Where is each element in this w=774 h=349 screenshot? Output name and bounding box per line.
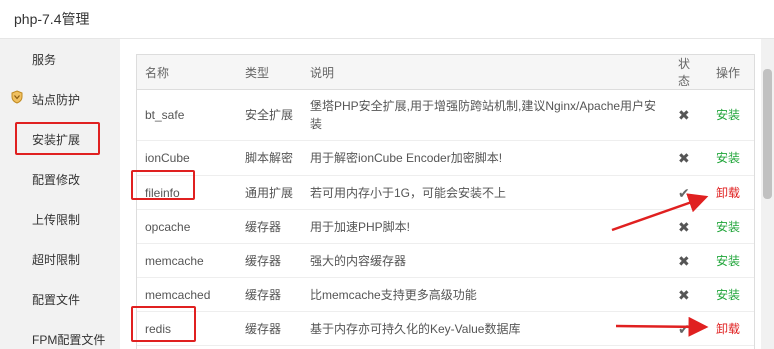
status-not-installed-icon: ✖ [670, 277, 708, 312]
install-button[interactable]: 安装 [708, 243, 754, 278]
column-header-name: 名称 [137, 55, 237, 90]
main-panel: 名称 类型 说明 状态 操作 bt_safe 安全扩展 堡塔PHP安全扩展,用于… [120, 39, 774, 349]
extension-desc: 用于加速PHP脚本! [302, 209, 670, 244]
table-row: ionCube 脚本解密 用于解密ionCube Encoder加密脚本! ✖ … [137, 140, 754, 176]
extension-name: opcache [137, 209, 237, 244]
sidebar-item-service[interactable]: 服务 [0, 39, 120, 79]
extension-desc: 用于解密ionCube Encoder加密脚本! [302, 140, 670, 176]
install-button[interactable]: 安装 [708, 209, 754, 244]
sidebar-item-fpm-config-file[interactable]: FPM配置文件 [0, 319, 120, 349]
extension-type: 通用扩展 [237, 175, 302, 210]
shield-icon [11, 90, 23, 104]
status-not-installed-icon: ✖ [670, 140, 708, 176]
column-header-status: 状态 [670, 55, 708, 90]
sidebar: 服务 站点防护 安装扩展 配置修改 上传限制 超时限制 配置文件 FPM配置文件 [0, 39, 120, 349]
extension-desc: 堡塔PHP安全扩展,用于增强防跨站机制,建议Nginx/Apache用户安装 [302, 89, 670, 141]
uninstall-button[interactable]: 卸载 [708, 175, 754, 210]
extension-type: 缓存器 [237, 311, 302, 346]
sidebar-item-upload-limit[interactable]: 上传限制 [0, 199, 120, 239]
install-button[interactable]: 安装 [708, 140, 754, 176]
highlight-box-redis [131, 306, 196, 342]
install-button[interactable]: 安装 [708, 277, 754, 312]
sidebar-item-label: 配置修改 [32, 173, 81, 187]
title-bar: php-7.4管理 [0, 0, 774, 39]
sidebar-item-label: FPM配置文件 [32, 333, 106, 347]
status-not-installed-icon: ✖ [670, 89, 708, 141]
sidebar-item-config-file[interactable]: 配置文件 [0, 279, 120, 319]
install-button[interactable]: 安装 [708, 89, 754, 141]
status-installed-icon: ✔ [670, 175, 708, 210]
uninstall-button[interactable]: 卸载 [708, 311, 754, 346]
sidebar-item-label: 上传限制 [32, 213, 81, 227]
vertical-scrollbar[interactable] [761, 39, 774, 349]
column-header-action: 操作 [708, 55, 754, 90]
extension-type: 缓存器 [237, 209, 302, 244]
sidebar-item-label: 配置文件 [32, 293, 81, 307]
sidebar-item-timeout-limit[interactable]: 超时限制 [0, 239, 120, 279]
sidebar-item-label: 服务 [32, 53, 57, 67]
column-header-type: 类型 [237, 55, 302, 90]
table-row: memcached 缓存器 比memcache支持更多高级功能 ✖ 安装 [137, 277, 754, 312]
extension-type: 安全扩展 [237, 89, 302, 141]
sidebar-item-site-protection[interactable]: 站点防护 [0, 79, 120, 119]
table-row: fileinfo 通用扩展 若可用内存小于1G，可能会安装不上 ✔ 卸载 [137, 175, 754, 210]
php-manager-window: php-7.4管理 服务 站点防护 安装扩展 配置修改 上传限制 超时限制 配置… [0, 0, 774, 349]
sidebar-item-config-modify[interactable]: 配置修改 [0, 159, 120, 199]
scrollbar-thumb[interactable] [763, 69, 772, 199]
sidebar-item-label: 站点防护 [32, 93, 81, 107]
extension-type: 缓存器 [237, 277, 302, 312]
sidebar-item-label: 超时限制 [32, 253, 81, 267]
extension-desc: 强大的内容缓存器 [302, 243, 670, 278]
status-installed-icon: ✔ [670, 311, 708, 346]
highlight-box-install-extension [15, 122, 100, 155]
extension-name: bt_safe [137, 89, 237, 141]
window-title: php-7.4管理 [14, 11, 90, 27]
column-header-desc: 说明 [302, 55, 670, 90]
table-row: opcache 缓存器 用于加速PHP脚本! ✖ 安装 [137, 209, 754, 244]
status-not-installed-icon: ✖ [670, 209, 708, 244]
table-row: bt_safe 安全扩展 堡塔PHP安全扩展,用于增强防跨站机制,建议Nginx… [137, 89, 754, 141]
extension-desc: 基于内存亦可持久化的Key-Value数据库 [302, 311, 670, 346]
extension-desc: 比memcache支持更多高级功能 [302, 277, 670, 312]
extension-desc: 若可用内存小于1G，可能会安装不上 [302, 175, 670, 210]
status-not-installed-icon: ✖ [670, 243, 708, 278]
extensions-table: 名称 类型 说明 状态 操作 bt_safe 安全扩展 堡塔PHP安全扩展,用于… [136, 54, 755, 349]
extension-type: 脚本解密 [237, 140, 302, 176]
highlight-box-fileinfo [131, 170, 195, 200]
extension-type: 缓存器 [237, 243, 302, 278]
table-row: memcache 缓存器 强大的内容缓存器 ✖ 安装 [137, 243, 754, 278]
table-row: redis 缓存器 基于内存亦可持久化的Key-Value数据库 ✔ 卸载 [137, 311, 754, 346]
table-header-row: 名称 类型 说明 状态 操作 [137, 55, 754, 90]
extension-name: memcache [137, 243, 237, 278]
